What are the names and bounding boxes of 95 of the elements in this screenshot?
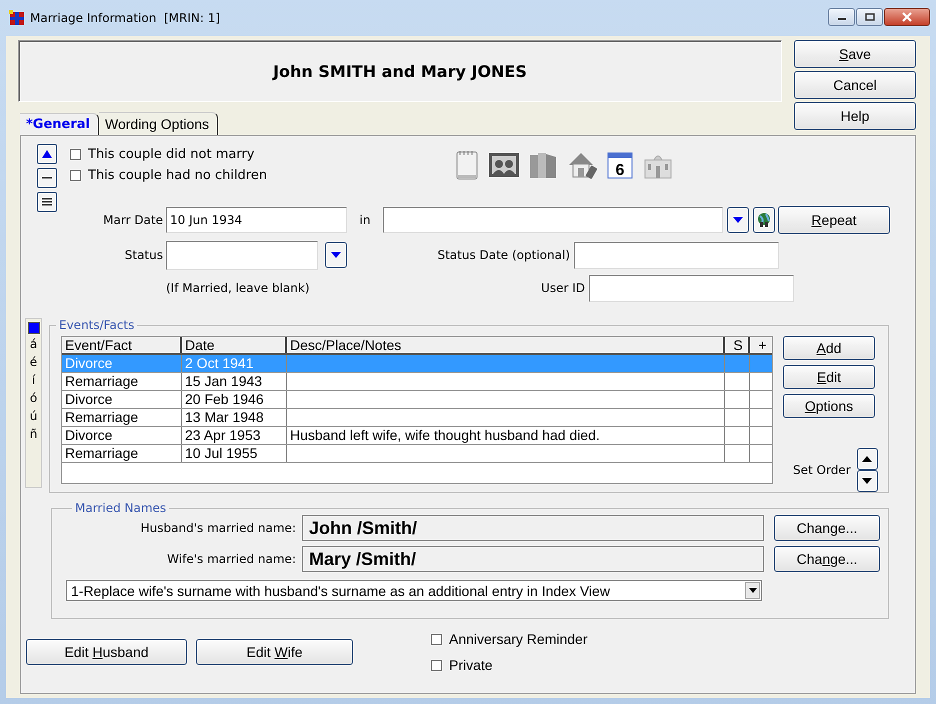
table-cell: Remarriage xyxy=(62,373,182,390)
event-button[interactable]: Add xyxy=(783,336,875,360)
field-label: Status xyxy=(124,248,163,262)
move-up-button[interactable] xyxy=(37,144,57,164)
tab[interactable]: *General xyxy=(20,113,99,135)
color-square-icon[interactable] xyxy=(28,322,40,334)
table-cell: Remarriage xyxy=(62,409,182,426)
caret-icon xyxy=(330,251,342,259)
field-label: Status Date (optional) xyxy=(436,248,570,262)
dialog-button[interactable]: Help xyxy=(794,102,916,130)
event-button[interactable]: Options xyxy=(783,394,875,418)
table-cell: 15 Jan 1943 xyxy=(182,373,287,390)
table-cell: Husband left wife, wife thought husband had died. xyxy=(287,427,725,444)
table-row[interactable]: Remarriage 10 Jul 1955 xyxy=(62,445,772,463)
column-header[interactable]: Date xyxy=(182,337,287,353)
section-title: Events/Facts xyxy=(58,318,136,332)
field-label: Wife's married name: xyxy=(166,552,296,566)
married-name-field: John /Smith/ xyxy=(302,515,764,541)
checkbox[interactable]: Anniversary Reminder xyxy=(431,631,588,647)
change-button[interactable]: Change... xyxy=(774,546,880,572)
repeat-button[interactable]: Repeat xyxy=(778,206,890,234)
table-row[interactable]: Remarriage 13 Mar 1948 xyxy=(62,409,772,427)
books-icon[interactable] xyxy=(528,150,558,180)
accent-character[interactable]: í xyxy=(32,373,36,388)
accent-character[interactable]: ó xyxy=(30,391,38,406)
notepad-icon[interactable] xyxy=(454,149,480,181)
table-cell: Remarriage xyxy=(62,445,182,462)
table-cell: 2 Oct 1941 xyxy=(182,355,287,372)
status-hint: (If Married, leave blank) xyxy=(166,281,310,295)
caret-icon xyxy=(732,216,744,224)
table-row[interactable]: Remarriage 15 Jan 1943 xyxy=(62,373,772,391)
change-button[interactable]: Change... xyxy=(774,515,880,541)
section-title: Married Names xyxy=(74,501,168,515)
globe-button[interactable] xyxy=(753,207,775,233)
field-label: Husband's married name: xyxy=(140,521,296,535)
edit-person-button[interactable]: Edit Husband xyxy=(26,639,187,665)
table-row[interactable]: Divorce 23 Apr 1953 Husband left wife, wife thought husband had died. xyxy=(62,427,772,445)
table-cell: Divorce xyxy=(62,355,182,372)
table-cell: Divorce xyxy=(62,391,182,408)
user-id-field[interactable] xyxy=(589,274,794,302)
triangle-down-icon xyxy=(861,477,874,485)
table-cell: 20 Feb 1946 xyxy=(182,391,287,408)
column-header[interactable]: Desc/Place/Notes xyxy=(287,337,725,353)
column-header[interactable]: Event/Fact xyxy=(62,337,182,353)
globe-icon xyxy=(756,212,772,228)
table-cell: 13 Mar 1948 xyxy=(182,409,287,426)
lines-icon xyxy=(41,197,53,207)
maximize-button[interactable] xyxy=(856,8,883,26)
lines-button[interactable] xyxy=(37,192,57,212)
table-cell: 10 Jul 1955 xyxy=(182,445,287,462)
move-down-button[interactable] xyxy=(856,470,878,492)
minimize-button[interactable] xyxy=(828,8,855,26)
line-icon xyxy=(41,176,53,180)
single-line-button[interactable] xyxy=(37,168,57,188)
status-date-field[interactable] xyxy=(574,242,779,268)
couple-name: John SMITH and Mary JONES xyxy=(273,62,527,80)
table-cell: Divorce xyxy=(62,427,182,444)
app-icon xyxy=(8,9,26,27)
marriage-date-field[interactable]: 10 Jun 1934 xyxy=(166,207,347,233)
field-label: User ID xyxy=(540,281,585,295)
dropdown-button[interactable] xyxy=(727,207,749,233)
window-title: Marriage Information [MRIN: 1] xyxy=(30,11,220,25)
set-order-label: Set Order xyxy=(793,463,851,477)
portrait-icon[interactable] xyxy=(488,151,520,179)
close-icon xyxy=(901,12,913,22)
caret-icon xyxy=(748,588,756,593)
naming-option-select[interactable]: 1-Replace wife's surname with husband's surname as an additional entry in Index View xyxy=(66,580,762,601)
accent-character[interactable]: á xyxy=(30,337,38,352)
table-row[interactable]: Divorce 20 Feb 1946 xyxy=(62,391,772,409)
checkbox[interactable]: This couple had no children xyxy=(70,168,450,183)
move-up-button[interactable] xyxy=(856,448,878,470)
edit-person-button[interactable]: Edit Wife xyxy=(196,639,353,665)
tab[interactable]: Wording Options xyxy=(99,112,218,135)
accent-character[interactable]: é xyxy=(30,355,38,370)
triangle-up-icon xyxy=(861,455,874,463)
accent-character[interactable]: ú xyxy=(30,409,38,424)
dialog-button[interactable]: Cancel xyxy=(794,71,916,99)
table-cell: 23 Apr 1953 xyxy=(182,427,287,444)
calendar-icon[interactable]: 6 xyxy=(606,150,634,180)
column-header[interactable]: S xyxy=(725,337,750,353)
dialog-button[interactable]: Save xyxy=(794,40,916,68)
field-label: in xyxy=(358,213,372,227)
place-field[interactable] xyxy=(383,207,723,233)
event-button[interactable]: Edit xyxy=(783,365,875,389)
close-button[interactable] xyxy=(884,8,930,26)
column-header[interactable]: + xyxy=(750,337,772,353)
married-name-field: Mary /Smith/ xyxy=(302,546,764,572)
checkbox[interactable]: Private xyxy=(431,657,588,673)
field-label: Marr Date xyxy=(102,213,163,227)
accent-character[interactable]: ñ xyxy=(30,427,38,442)
triangle-up-icon xyxy=(41,149,53,159)
dropdown-button[interactable] xyxy=(325,242,347,268)
maximize-icon xyxy=(864,13,874,21)
status-field[interactable] xyxy=(166,240,318,270)
checkbox[interactable]: This couple did not marry xyxy=(70,147,450,162)
